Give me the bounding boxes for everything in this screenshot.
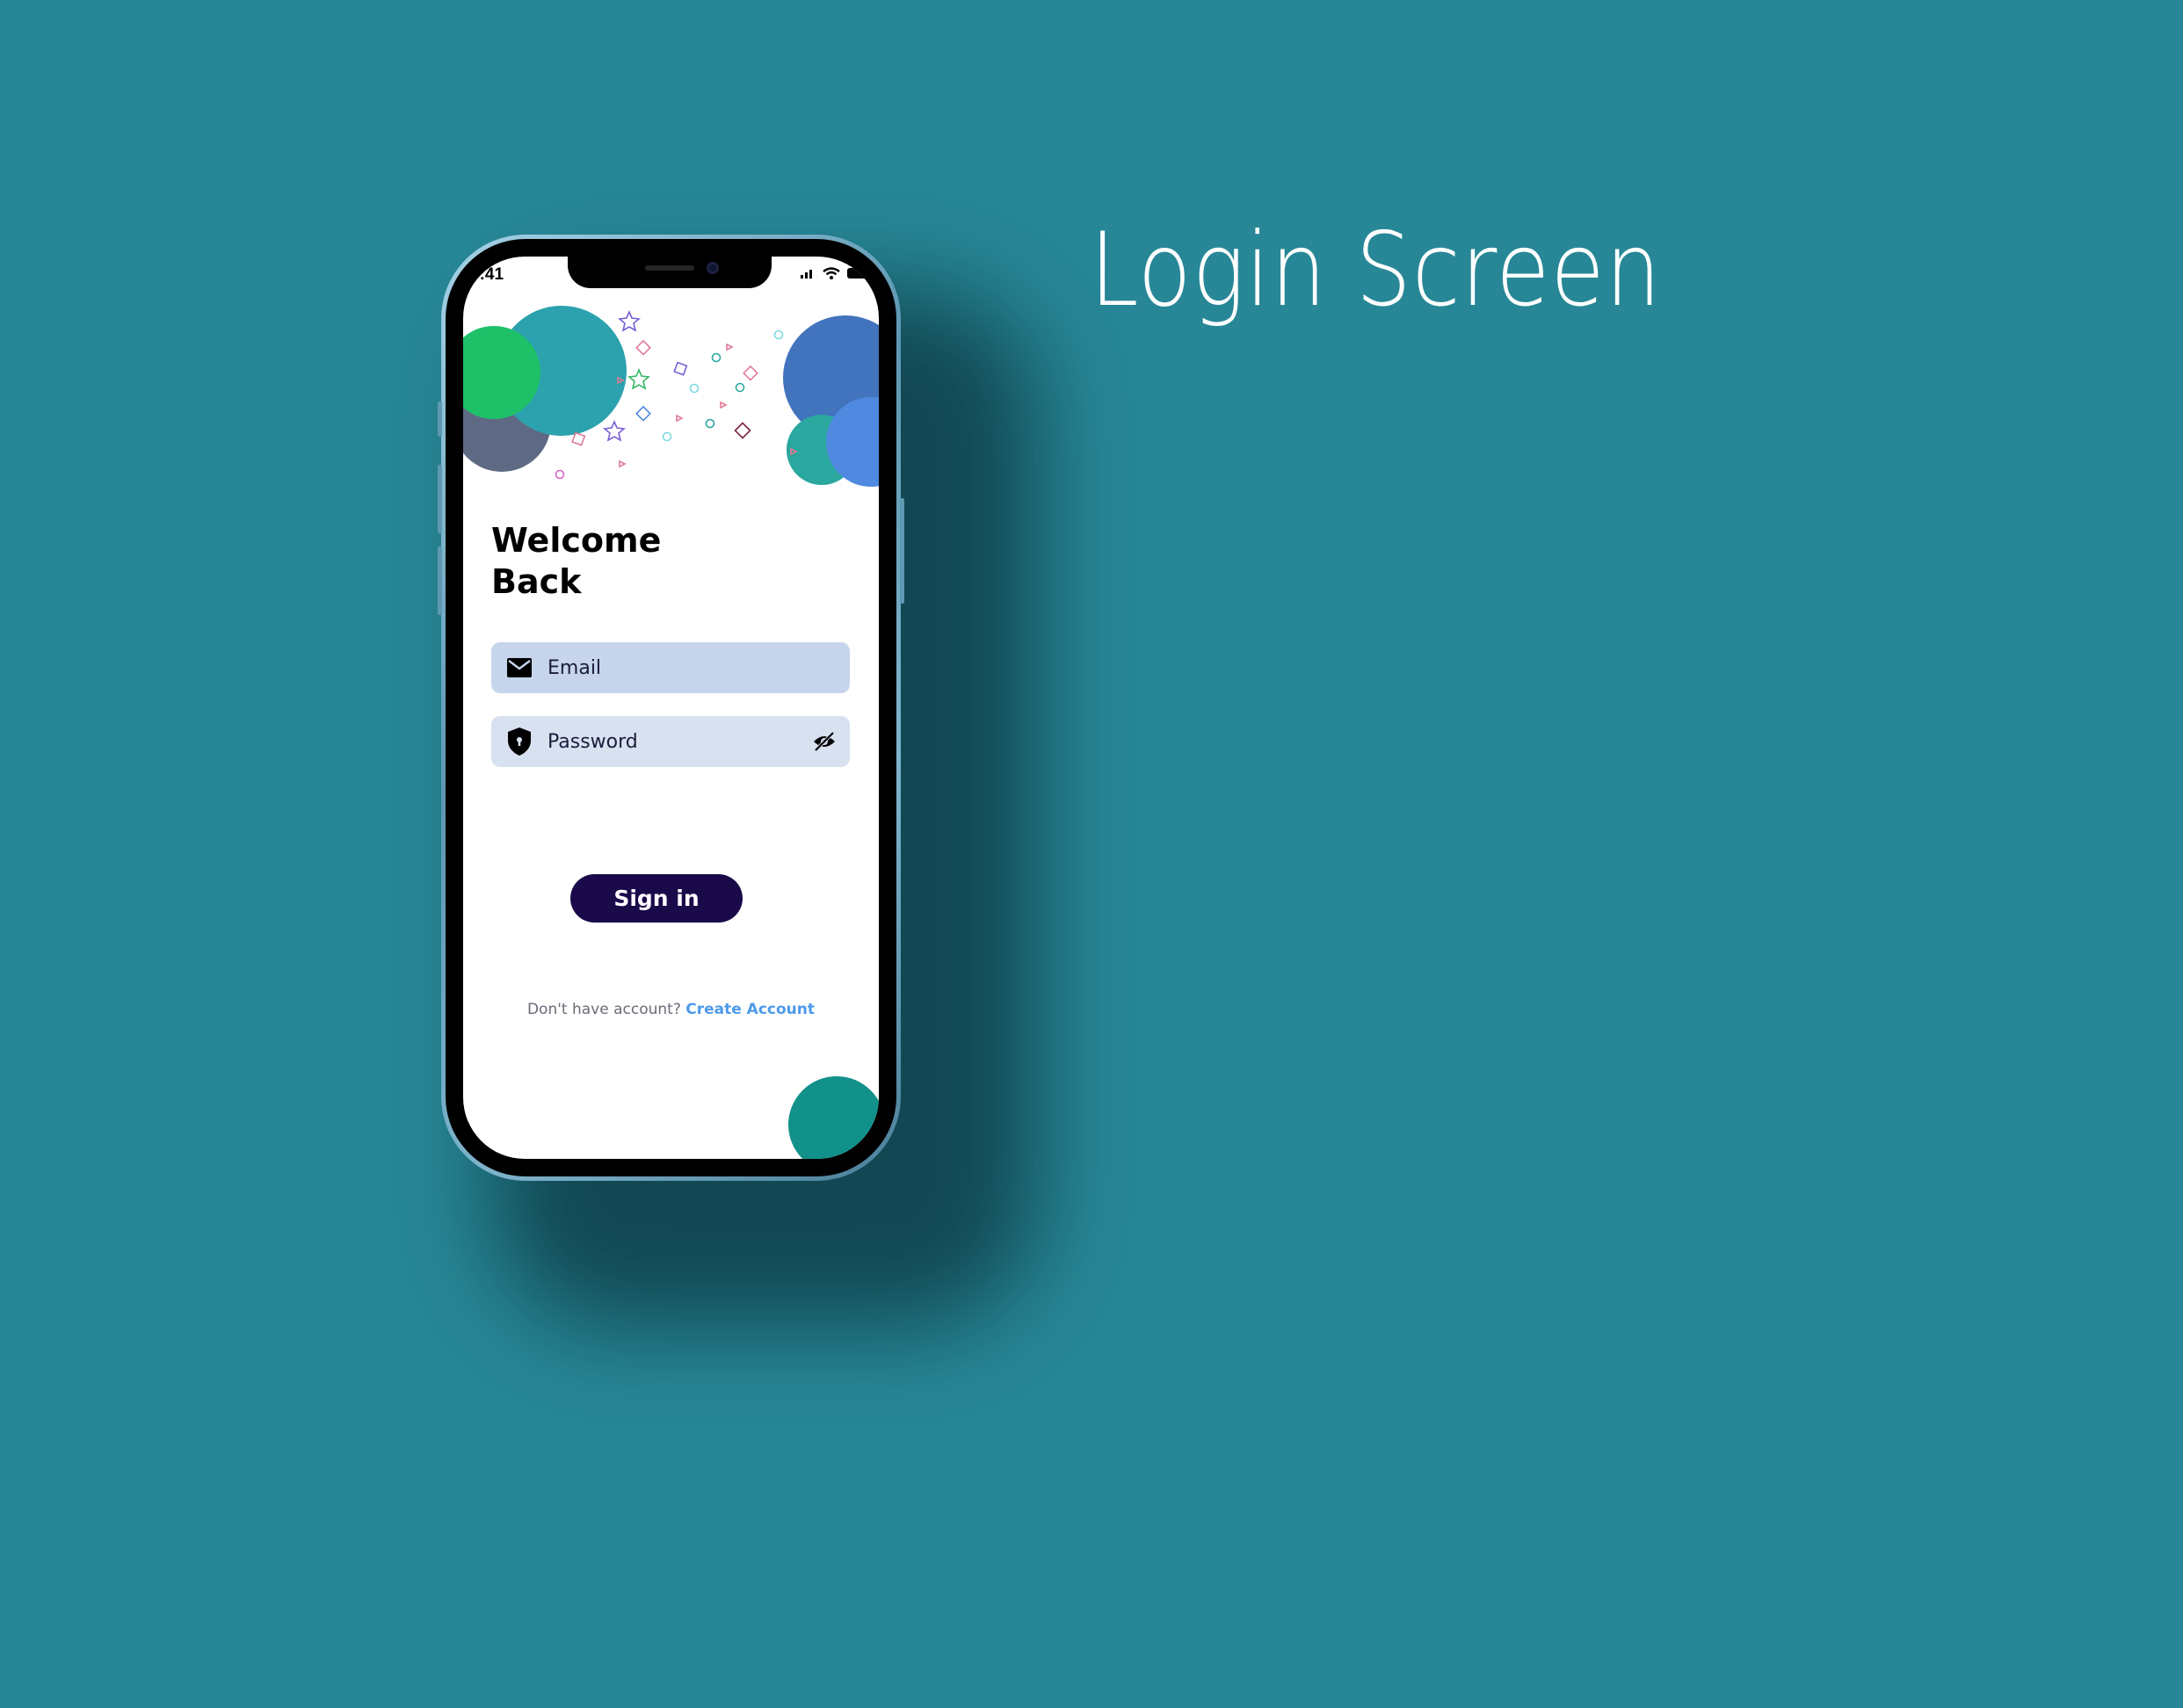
password-field[interactable] bbox=[491, 716, 850, 767]
confetti-square bbox=[743, 365, 758, 381]
confetti-triangle bbox=[619, 460, 627, 468]
confetti-decoration bbox=[555, 309, 798, 480]
decor-circle-bottom-teal bbox=[788, 1076, 879, 1159]
welcome-title-line2: Back bbox=[491, 562, 582, 601]
confetti-square bbox=[734, 422, 751, 439]
confetti-star bbox=[627, 367, 650, 390]
welcome-title: Welcome Back bbox=[491, 520, 661, 603]
phone-bezel: 9:41 Welcome Back Email Sign in Don't ha… bbox=[446, 239, 896, 1176]
confetti-circle bbox=[662, 431, 672, 442]
password-input[interactable] bbox=[546, 729, 795, 754]
no-account-text: Don't have account? bbox=[526, 1001, 681, 1018]
confetti-circle bbox=[705, 418, 715, 429]
welcome-title-line1: Welcome bbox=[491, 521, 662, 560]
email-field[interactable] bbox=[491, 642, 850, 693]
confetti-square bbox=[635, 405, 651, 422]
shield-lock-icon bbox=[508, 727, 531, 756]
eye-off-icon[interactable] bbox=[813, 731, 836, 752]
confetti-circle bbox=[555, 469, 565, 480]
confetti-circle bbox=[711, 352, 722, 363]
confetti-triangle bbox=[726, 343, 734, 351]
side-button-silent bbox=[438, 402, 442, 437]
signup-prompt: Don't have account? Create Account bbox=[463, 1001, 879, 1018]
mail-icon bbox=[507, 658, 532, 677]
confetti-square bbox=[673, 361, 688, 376]
confetti-star bbox=[603, 419, 626, 442]
app-screen: 9:41 Welcome Back Email Sign in Don't ha… bbox=[463, 257, 879, 1159]
confetti-triangle bbox=[720, 401, 728, 409]
confetti-circle bbox=[735, 382, 745, 393]
side-button-volume-up bbox=[438, 465, 442, 533]
confetti-square bbox=[635, 339, 651, 356]
confetti-star bbox=[618, 309, 641, 332]
sign-in-button[interactable]: Sign in bbox=[570, 874, 743, 923]
confetti-triangle bbox=[617, 376, 625, 385]
phone-mockup: 9:41 Welcome Back Email Sign in Don't ha… bbox=[438, 235, 904, 1181]
page-heading: Login Screen bbox=[1090, 211, 1662, 329]
confetti-triangle bbox=[676, 414, 684, 423]
confetti-triangle bbox=[790, 447, 798, 456]
confetti-circle bbox=[689, 383, 700, 394]
confetti-square bbox=[571, 431, 586, 446]
side-button-power bbox=[900, 498, 904, 604]
create-account-link[interactable]: Create Account bbox=[685, 1001, 815, 1018]
confetti-circle bbox=[773, 329, 784, 340]
email-input[interactable] bbox=[546, 655, 795, 680]
side-button-volume-down bbox=[438, 546, 442, 615]
